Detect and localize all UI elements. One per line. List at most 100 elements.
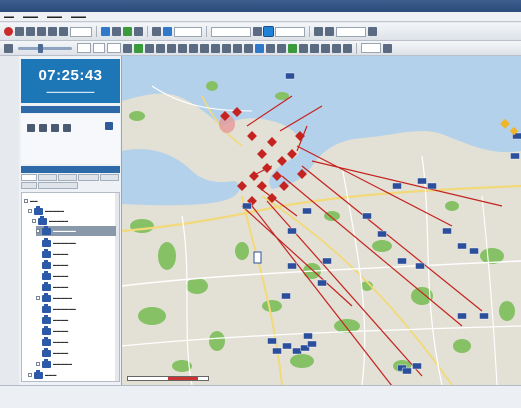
delete-icon[interactable] xyxy=(134,27,143,36)
unit-icon[interactable] xyxy=(457,242,467,250)
zoom-icon[interactable] xyxy=(4,43,13,53)
unit-icon[interactable] xyxy=(292,347,302,355)
tab-4[interactable] xyxy=(78,174,99,181)
play-icon[interactable] xyxy=(37,27,46,36)
unit-icon[interactable] xyxy=(397,257,407,265)
unit-icon[interactable] xyxy=(427,182,437,190)
scale-field[interactable] xyxy=(93,43,105,53)
unit-icon[interactable] xyxy=(303,332,313,340)
tree-row[interactable]: ▬▬▬▬▬▬ xyxy=(42,303,76,314)
expand-icon[interactable] xyxy=(36,362,40,366)
tree-row[interactable]: ▬▬▬▬▬ xyxy=(32,215,68,226)
unit-icon[interactable] xyxy=(285,72,295,80)
symbol-icon[interactable] xyxy=(255,43,264,53)
fast-forward-icon[interactable] xyxy=(59,27,68,36)
unit-icon[interactable] xyxy=(510,152,520,160)
unit-icon[interactable] xyxy=(307,340,317,348)
enemy-unit-icon[interactable] xyxy=(257,181,267,191)
filter-icon[interactable] xyxy=(288,43,297,53)
unit-icon[interactable] xyxy=(282,342,292,350)
unit-icon[interactable] xyxy=(457,312,467,320)
tab-2[interactable] xyxy=(38,174,57,181)
lock-icon[interactable] xyxy=(314,27,323,36)
sync-icon[interactable] xyxy=(263,26,274,37)
chevron-down-icon[interactable] xyxy=(368,27,377,36)
target-icon[interactable] xyxy=(332,43,341,53)
menu-item-2[interactable]: ▬▬▬ xyxy=(23,12,38,21)
copy-icon[interactable] xyxy=(277,43,286,53)
enemy-unit-icon[interactable] xyxy=(267,137,277,147)
unit-icon[interactable] xyxy=(281,292,291,300)
map-canvas[interactable] xyxy=(122,56,521,385)
building-icon[interactable] xyxy=(105,122,113,130)
layer-icon[interactable] xyxy=(101,27,110,36)
tree-row[interactable]: ▬▬▬▬ xyxy=(42,270,68,281)
globe-icon[interactable] xyxy=(134,43,143,53)
calendar-icon[interactable] xyxy=(253,27,262,36)
unit-icon[interactable] xyxy=(442,227,452,235)
unit-icon[interactable] xyxy=(417,177,427,185)
text-icon[interactable] xyxy=(244,43,253,53)
tree-row[interactable]: ▬▬▬▬▬ xyxy=(36,292,72,303)
unit-icon[interactable] xyxy=(272,347,282,355)
undo-icon[interactable] xyxy=(343,43,352,53)
draw-icon[interactable] xyxy=(167,43,176,53)
coordinate-field[interactable] xyxy=(336,26,366,37)
expand-icon[interactable] xyxy=(36,229,40,233)
tab-7[interactable] xyxy=(38,182,78,189)
speed-field[interactable] xyxy=(70,26,92,37)
unit-icon[interactable] xyxy=(362,212,372,220)
unit-icon[interactable] xyxy=(402,367,412,375)
enemy-unit-icon[interactable] xyxy=(247,131,257,141)
pencil-icon[interactable] xyxy=(178,43,187,53)
rewind-icon[interactable] xyxy=(15,27,24,36)
measure-icon[interactable] xyxy=(156,43,165,53)
menu-item-3[interactable]: ▬▬▬ xyxy=(47,12,62,21)
unit-icon[interactable] xyxy=(415,262,425,270)
zoom-slider[interactable] xyxy=(18,43,72,53)
expand-icon[interactable] xyxy=(32,219,36,223)
enemy-unit-icon[interactable] xyxy=(249,171,259,181)
unit-icon[interactable] xyxy=(479,312,489,320)
line-icon[interactable] xyxy=(189,43,198,53)
step-forward-icon[interactable] xyxy=(48,27,57,36)
link-icon[interactable] xyxy=(39,124,47,132)
unit-icon[interactable] xyxy=(302,207,312,215)
tree-row[interactable]: ▬▬▬▬ xyxy=(42,347,68,358)
layers-icon[interactable] xyxy=(299,43,308,53)
chevron-down-icon[interactable] xyxy=(383,43,392,53)
unit-icon[interactable] xyxy=(412,362,422,370)
arrow-icon[interactable] xyxy=(200,43,209,53)
eye-icon[interactable] xyxy=(321,43,330,53)
expand-icon[interactable] xyxy=(36,296,40,300)
tab-5[interactable] xyxy=(100,174,119,181)
tree-row[interactable]: ▬▬▬▬ xyxy=(42,259,68,270)
select-icon[interactable] xyxy=(123,43,132,53)
menu-item-4[interactable]: ▬▬▬ xyxy=(71,12,86,21)
waypoint-marker[interactable] xyxy=(253,251,262,264)
link-icon[interactable] xyxy=(310,43,319,53)
check-icon[interactable] xyxy=(123,27,132,36)
grid-icon[interactable] xyxy=(266,43,275,53)
enemy-unit-icon[interactable] xyxy=(262,163,272,173)
tree-row-selected[interactable]: ▬▬▬▬▬▬ xyxy=(36,225,116,236)
unit-icon[interactable] xyxy=(242,202,252,210)
unit-icon[interactable] xyxy=(377,230,387,238)
mode-field[interactable] xyxy=(174,26,202,37)
user-icon[interactable] xyxy=(163,27,172,36)
tree-row[interactable]: ▬▬▬▬▬ xyxy=(36,358,72,369)
unit-icon[interactable] xyxy=(322,257,332,265)
date-field[interactable] xyxy=(275,26,305,37)
tag-icon[interactable] xyxy=(63,124,71,132)
unit-icon[interactable] xyxy=(267,337,277,345)
tab-6[interactable] xyxy=(21,182,37,189)
settings-icon[interactable] xyxy=(152,27,161,36)
expand-icon[interactable] xyxy=(28,373,32,377)
expand-icon[interactable] xyxy=(24,199,28,203)
info-icon[interactable] xyxy=(325,27,334,36)
enemy-unit-icon[interactable] xyxy=(257,149,267,159)
tool-field[interactable] xyxy=(361,43,381,53)
grid-icon[interactable] xyxy=(112,27,121,36)
menu-item-1[interactable]: ▬▬ xyxy=(4,12,14,21)
map-view[interactable] xyxy=(122,56,521,385)
